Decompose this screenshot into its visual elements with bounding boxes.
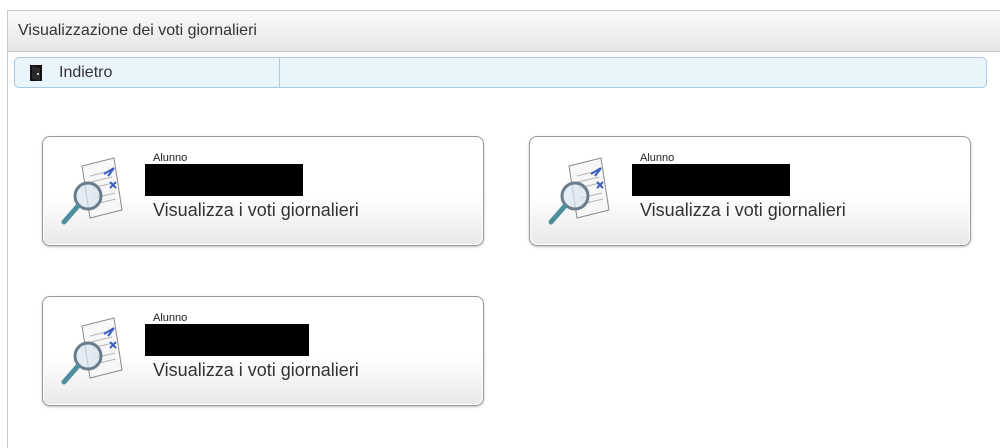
back-button[interactable]: Indietro [15, 58, 280, 87]
student-card-1[interactable]: Alunno Visualizza i voti giornalieri [42, 136, 484, 246]
view-grades-label: Visualizza i voti giornalieri [153, 200, 359, 220]
exit-door-icon [29, 64, 43, 82]
magnifier-document-icon [56, 154, 134, 234]
redacted-student-name [145, 324, 309, 356]
back-button-label: Indietro [59, 63, 113, 81]
redacted-student-name [145, 164, 303, 196]
page-title: Visualizzazione dei voti giornalieri [18, 22, 257, 39]
view-grades-label: Visualizza i voti giornalieri [640, 200, 846, 220]
magnifier-document-icon [543, 154, 621, 234]
student-caption: Alunno [153, 312, 188, 324]
student-caption: Alunno [153, 152, 188, 164]
student-caption: Alunno [640, 152, 675, 164]
panel-header: Visualizzazione dei voti giornalieri [8, 11, 1000, 52]
student-card-2[interactable]: Alunno Visualizza i voti giornalieri [529, 136, 971, 246]
redacted-student-name [632, 164, 790, 196]
magnifier-document-icon [56, 314, 134, 394]
toolbar: Indietro [14, 57, 987, 88]
view-grades-label: Visualizza i voti giornalieri [153, 360, 359, 380]
student-card-3[interactable]: Alunno Visualizza i voti giornalieri [42, 296, 484, 406]
